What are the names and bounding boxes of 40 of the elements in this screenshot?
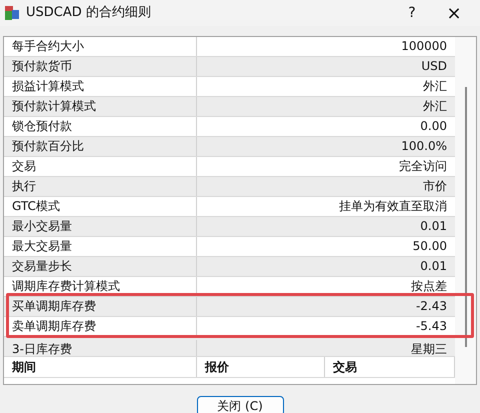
property-label: 最大交易量 xyxy=(4,237,197,256)
property-value: -2.43 xyxy=(414,298,448,315)
property-label: 最小交易量 xyxy=(4,217,197,236)
property-label: 预付款百分比 xyxy=(4,137,197,156)
property-value: 市价 xyxy=(422,178,448,195)
property-label: 交易量步长 xyxy=(4,257,197,276)
window-title: USDCAD 的合约细则 xyxy=(26,4,151,22)
help-button[interactable]: ? xyxy=(392,2,432,24)
property-label: 预付款计算模式 xyxy=(4,97,197,116)
property-value: 0.01 xyxy=(419,218,448,235)
scrollbar[interactable] xyxy=(455,37,476,384)
property-value: 0.01 xyxy=(419,258,448,275)
property-value: 0.00 xyxy=(419,118,448,135)
property-value: 按点差 xyxy=(410,278,448,295)
close-button[interactable]: × xyxy=(432,0,476,26)
property-value: 50.00 xyxy=(412,238,448,255)
property-label: 执行 xyxy=(4,177,197,196)
property-value: 外汇 xyxy=(422,98,448,115)
property-label: 预付款货币 xyxy=(4,57,197,76)
property-value: USD xyxy=(420,58,448,75)
property-label: 买单调期库存费 xyxy=(4,297,197,316)
property-value: 外汇 xyxy=(422,78,448,95)
property-value: 完全访问 xyxy=(398,158,448,175)
property-label: 损益计算模式 xyxy=(4,77,197,96)
property-value: -5.43 xyxy=(414,318,448,335)
property-label: 调期库存费计算模式 xyxy=(4,277,197,296)
app-icon xyxy=(4,5,20,21)
property-label: GTC模式 xyxy=(4,197,197,216)
close-dialog-button[interactable]: 关闭 (C) xyxy=(196,396,284,413)
property-value: 挂单为有效直至取消 xyxy=(338,198,448,215)
property-label: 每手合约大小 xyxy=(4,37,197,56)
column-header[interactable]: 报价 xyxy=(197,357,325,377)
property-label: 3-日库存费 xyxy=(4,340,197,356)
property-label: 交易 xyxy=(4,157,197,176)
property-value: 100000 xyxy=(400,38,448,55)
column-header[interactable]: 期间 xyxy=(4,357,197,377)
property-value: 100.0% xyxy=(400,138,448,155)
property-label: 锁仓预付款 xyxy=(4,117,197,136)
property-value: 星期三 xyxy=(410,341,448,356)
property-label: 卖单调期库存费 xyxy=(4,317,197,336)
